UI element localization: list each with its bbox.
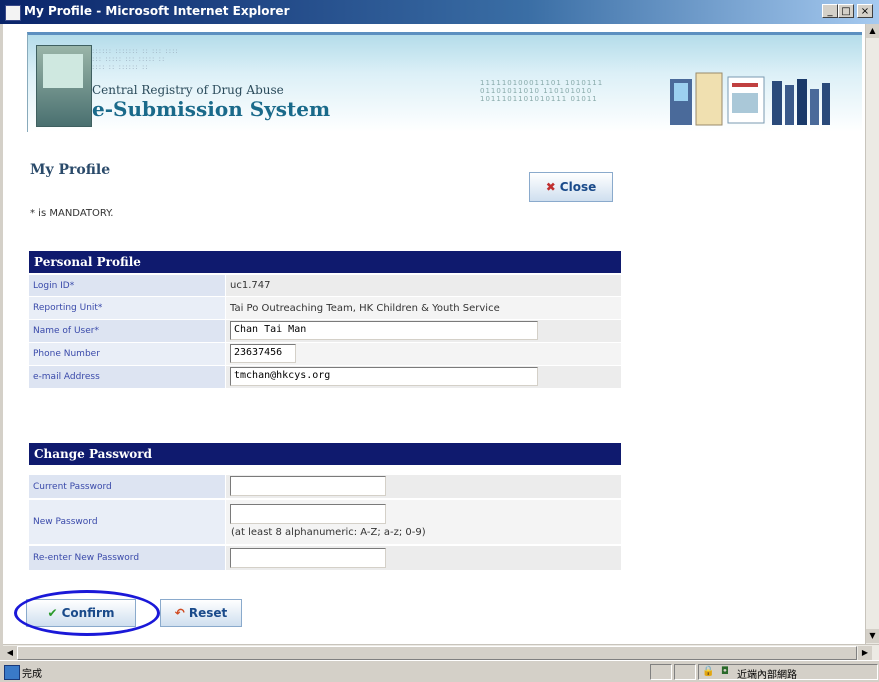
current-password-label: Current Password [29,475,225,498]
mandatory-note: * is MANDATORY. [30,208,114,219]
new-password-label: New Password [29,500,225,544]
zone-text: 近端內部網路 [737,670,797,681]
login-id-row: Login ID* uc1.747 [29,275,621,296]
reenter-password-label: Re-enter New Password [29,546,225,570]
close-x-icon: ✖ [545,180,556,194]
scroll-left-arrow-icon[interactable]: ◀ [3,646,17,660]
scroll-right-arrow-icon[interactable]: ▶ [858,646,872,660]
banner-system-name: e-Submission System [92,97,331,121]
name-of-user-field[interactable]: Chan Tai Man [230,321,538,340]
email-label: e-mail Address [29,366,225,388]
reset-button[interactable]: ↶ Reset [160,599,242,627]
login-id-value: uc1.747 [226,275,621,296]
name-of-user-label: Name of User* [29,320,225,342]
status-bar: 完成 🔒 ◘ 近端內部網路 [0,660,879,682]
banner-registry-name: Central Registry of Drug Abuse [92,83,284,97]
page-title: My Profile [30,162,111,178]
intranet-zone-icon: ◘ [721,666,729,677]
horizontal-scrollbar[interactable]: ◀ ▶ [3,644,879,660]
password-hint: (at least 8 alphanumeric: A-Z; a-z; 0-9) [231,527,426,538]
scroll-down-arrow-icon[interactable]: ▼ [866,629,879,643]
login-id-label: Login ID* [29,275,225,296]
scroll-up-arrow-icon[interactable]: ▲ [866,24,879,38]
window-title-bar[interactable]: My Profile - Microsoft Internet Explorer… [0,0,879,24]
window-close-button[interactable]: × [857,4,873,18]
close-button[interactable]: ✖ Close [529,172,613,202]
personal-profile-heading: Personal Profile [29,251,621,273]
phone-number-field[interactable]: 23637456 [230,344,296,363]
reenter-password-field[interactable] [230,548,386,568]
confirm-highlight-ring [14,590,160,636]
security-zone-panel: 🔒 ◘ 近端內部網路 [698,664,878,681]
phone-number-row: Phone Number [29,343,621,365]
window-title: My Profile - Microsoft Internet Explorer [24,4,290,18]
horizontal-scroll-thumb[interactable] [17,646,857,660]
email-field[interactable]: tmchan@hkcys.org [230,367,538,386]
banner-code-texture: 111110100011101 1010111 01101011010 11010… [480,79,604,103]
ie-page-icon [5,5,21,21]
reporting-unit-value: Tai Po Outreaching Team, HK Children & Y… [226,297,621,319]
reporting-unit-row: Reporting Unit* Tai Po Outreaching Team,… [29,297,621,319]
reset-button-label: Reset [188,606,228,620]
maximize-button[interactable]: □ [838,4,854,18]
reset-arrow-icon: ↶ [174,606,185,620]
banner-folders-graphic [670,72,830,126]
close-button-label: Close [559,180,597,194]
computer-graphic-icon [36,45,92,127]
status-text: 完成 [22,669,42,680]
reporting-unit-label: Reporting Unit* [29,297,225,319]
lock-icon: 🔒 [702,666,715,677]
current-password-field[interactable] [230,476,386,496]
new-password-field[interactable] [230,504,386,524]
vertical-scrollbar[interactable]: ▲ ▼ [865,24,879,644]
banner-texture: :::::: ::::::: :: ::: ::::::: ::::: ::: … [92,47,179,71]
site-banner: :::::: ::::::: :: ::: ::::::: ::::: ::: … [27,32,862,132]
phone-number-label: Phone Number [29,343,225,365]
page-status-icon [4,665,20,680]
minimize-button[interactable]: _ [822,4,838,18]
change-password-heading: Change Password [29,443,621,465]
